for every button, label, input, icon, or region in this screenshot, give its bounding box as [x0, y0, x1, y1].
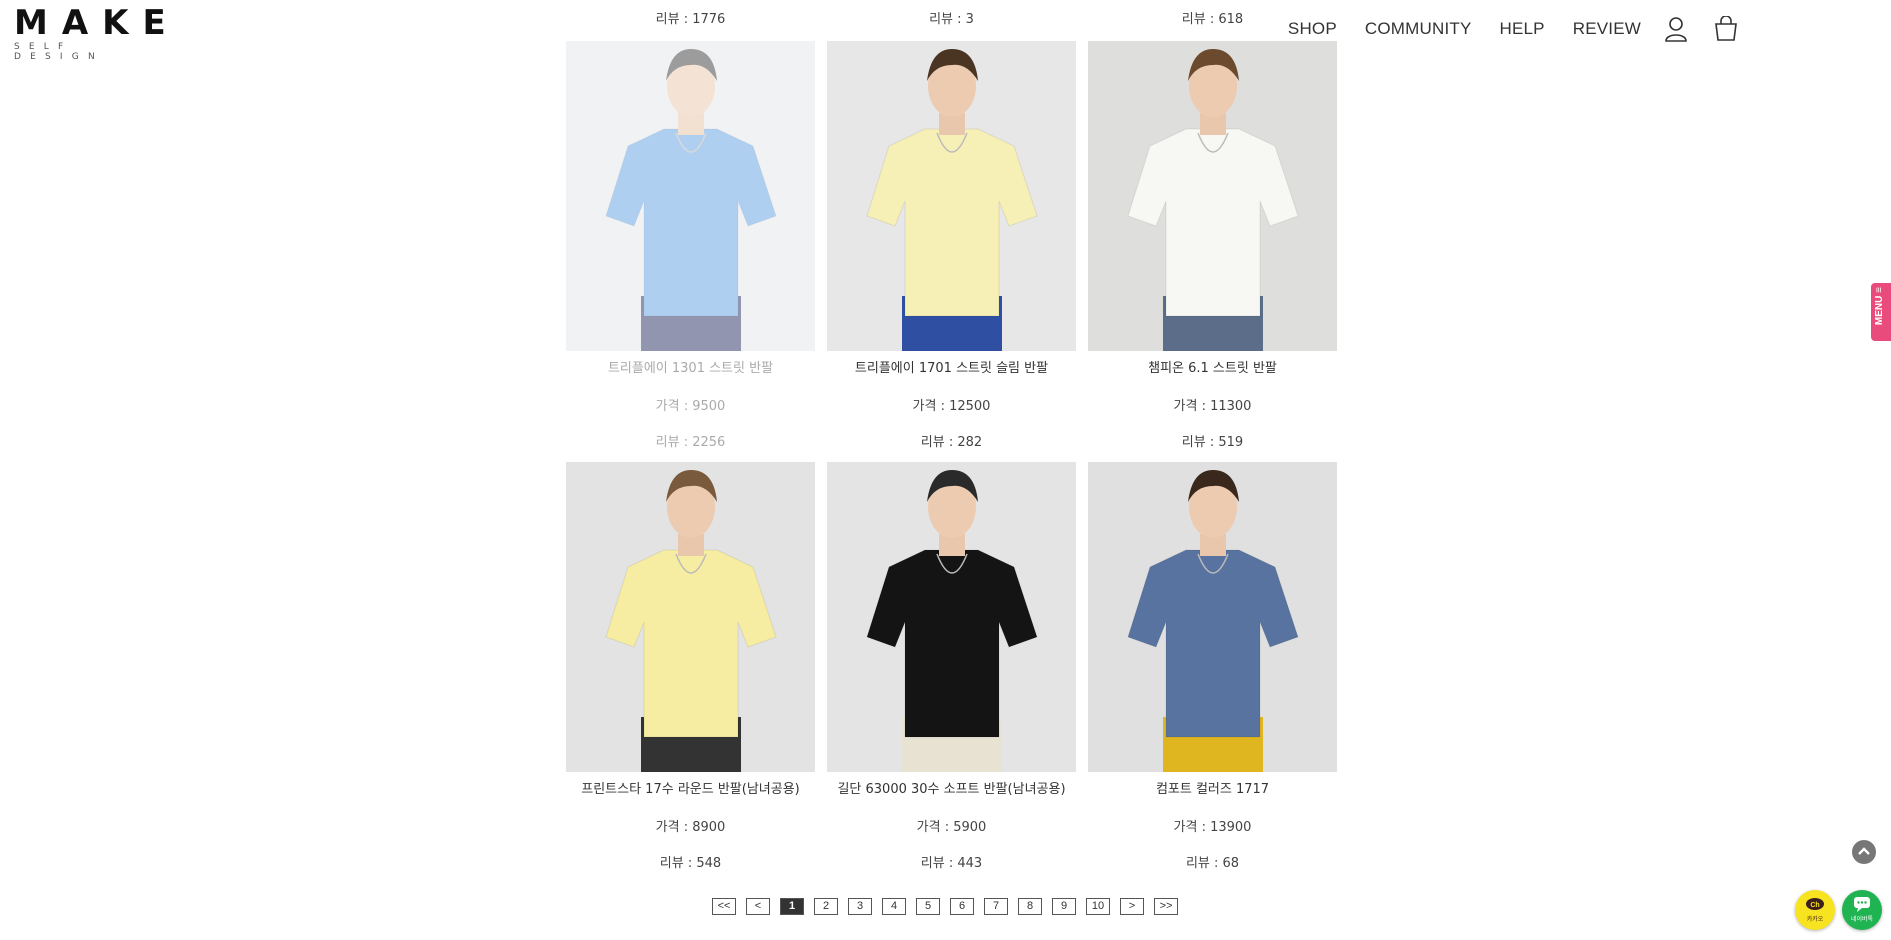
product-card[interactable]: 길단 63000 30수 소프트 반팔(남녀공용) 가격 : 5900 리뷰 : 4… [827, 462, 1076, 871]
product-price: 가격 : 12500 [912, 399, 991, 414]
product-name[interactable]: 컴포트 컬러즈 1717 [1088, 778, 1337, 798]
naver-talk-button[interactable]: 네이버톡 [1842, 890, 1882, 930]
naver-talk-label: 네이버톡 [1850, 917, 1874, 923]
product-name[interactable]: 챔피온 6.1 스트릿 반팔 [1088, 357, 1337, 377]
page-button[interactable]: > [1120, 898, 1144, 915]
page-button[interactable]: < [746, 898, 770, 915]
product-image[interactable] [827, 41, 1076, 351]
logo[interactable]: MAKE SELF DESIGN [14, 3, 180, 62]
product-image[interactable] [566, 462, 815, 772]
page-button[interactable]: >> [1154, 898, 1178, 915]
product-price: 가격 : 13900 [1173, 820, 1252, 835]
speech-bubble-icon [1854, 897, 1870, 912]
page-button[interactable]: 1 [780, 898, 804, 915]
product-review-count: 리뷰 : 519 [1181, 435, 1244, 450]
scroll-to-top-button[interactable] [1852, 840, 1876, 864]
page-button[interactable]: 5 [916, 898, 940, 915]
product-review-count: 리뷰 : 548 [659, 856, 722, 871]
side-menu-label: MENU ≡ [1874, 287, 1885, 326]
page-button[interactable]: 2 [814, 898, 838, 915]
kakao-chat-icon: Ch [1806, 898, 1824, 910]
kakao-channel-button[interactable]: Ch 카카오 [1795, 890, 1835, 930]
product-review-count: 리뷰 : 443 [920, 856, 983, 871]
product-review-count: 리뷰 : 2256 [655, 435, 726, 450]
product-name[interactable]: 트리플에이 1301 스트릿 반팔 [566, 357, 815, 377]
page-button[interactable]: 8 [1018, 898, 1042, 915]
nav-review[interactable]: REVIEW [1573, 19, 1641, 39]
product-card[interactable]: 트리플에이 1701 스트릿 슬림 반팔가격 : 12500 리뷰 : 282 [827, 41, 1076, 450]
product-name[interactable]: 트리플에이 1701 스트릿 슬림 반팔 [827, 357, 1076, 377]
product-review-count: 리뷰 : 68 [1185, 856, 1240, 871]
product-price: 가격 : 5900 [916, 820, 987, 835]
product-image[interactable] [827, 462, 1076, 772]
page-button[interactable]: 3 [848, 898, 872, 915]
product-name[interactable]: 프린트스타 17수 라운드 반팔(남녀공용) [566, 778, 815, 798]
nav-community[interactable]: COMMUNITY [1365, 19, 1472, 39]
product-card[interactable]: 챔피온 6.1 스트릿 반팔가격 : 11300 리뷰 : 519 [1088, 41, 1337, 450]
product-image[interactable] [1088, 462, 1337, 772]
side-menu-tab[interactable]: MENU ≡ [1871, 283, 1891, 341]
logo-subtitle: SELF DESIGN [14, 42, 104, 62]
product-name[interactable]: 길단 63000 30수 소프트 반팔(남녀공용) [827, 778, 1076, 798]
svg-text:Ch: Ch [1810, 902, 1819, 909]
product-price: 가격 : 11300 [1173, 399, 1252, 414]
page-button[interactable]: << [712, 898, 736, 915]
chevron-up-icon [1858, 847, 1870, 855]
page-button[interactable]: 9 [1052, 898, 1076, 915]
product-image[interactable] [566, 41, 815, 351]
user-icon[interactable] [1661, 14, 1691, 44]
product-price: 가격 : 9500 [655, 399, 726, 414]
nav-help[interactable]: HELP [1500, 19, 1545, 39]
review-count: 리뷰 : 1776 [655, 12, 726, 27]
review-count: 리뷰 : 3 [929, 12, 974, 27]
product-card[interactable]: 프린트스타 17수 라운드 반팔(남녀공용) 가격 : 8900 리뷰 : 548 [566, 462, 815, 871]
page-button[interactable]: 4 [882, 898, 906, 915]
product-card[interactable]: 컴포트 컬러즈 1717 가격 : 13900 리뷰 : 68 [1088, 462, 1337, 871]
review-count: 리뷰 : 618 [1181, 12, 1244, 27]
kakao-label: 카카오 [1806, 917, 1824, 923]
pagination: << <1 2 3 4 5 6 7 8 9 10 > >> [712, 898, 1178, 915]
page-button[interactable]: 10 [1086, 898, 1110, 915]
product-image[interactable] [1088, 41, 1337, 351]
product-price: 가격 : 8900 [655, 820, 726, 835]
main-nav: SHOP COMMUNITY HELP REVIEW [1288, 14, 1741, 44]
page-button[interactable]: 7 [984, 898, 1008, 915]
cart-icon[interactable] [1711, 14, 1741, 44]
product-review-count: 리뷰 : 282 [920, 435, 983, 450]
logo-mark: MAKE [14, 3, 180, 43]
page-button[interactable]: 6 [950, 898, 974, 915]
product-card[interactable]: 트리플에이 1301 스트릿 반팔가격 : 9500 리뷰 : 2256 [566, 41, 815, 450]
